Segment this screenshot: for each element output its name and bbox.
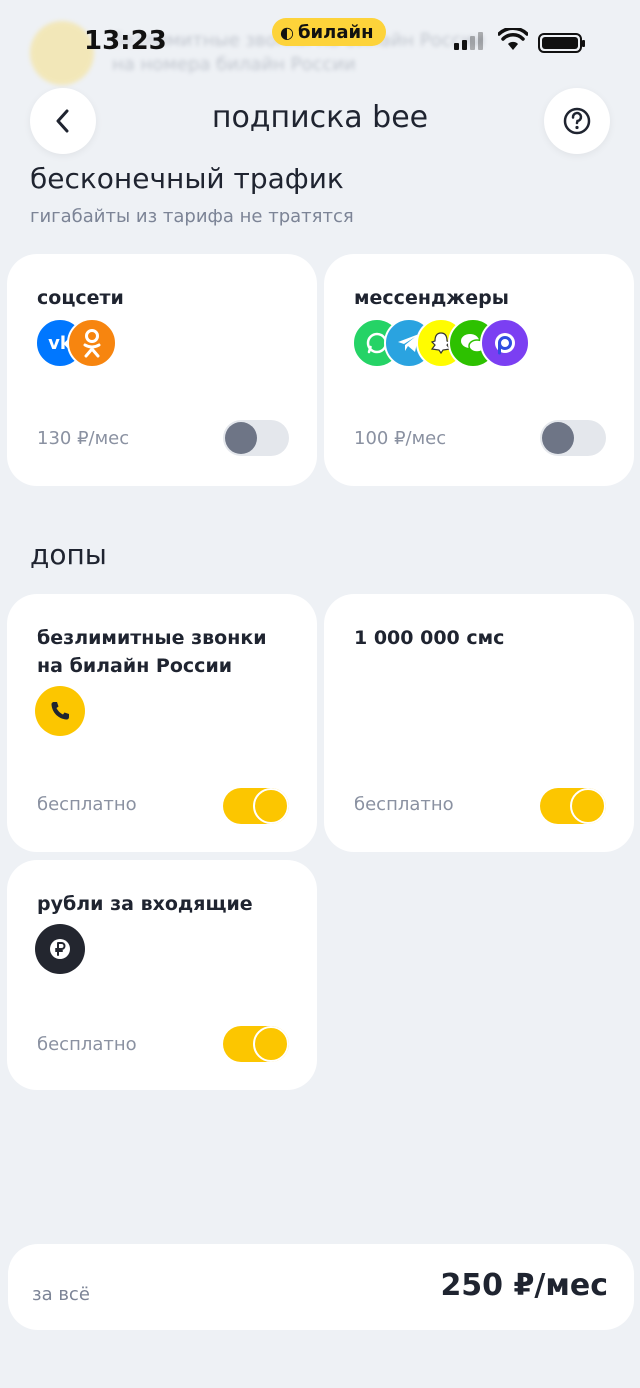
phone-icon xyxy=(35,686,85,736)
section-title-addons: допы xyxy=(30,538,107,571)
section-title-infinite-traffic: бесконечный трафик xyxy=(30,162,344,195)
chevron-left-icon xyxy=(56,109,69,133)
back-button[interactable] xyxy=(30,88,96,154)
total-bar: за всё 250 ₽/мес xyxy=(8,1244,634,1330)
toggle-knob xyxy=(570,788,606,824)
card-title: безлимитные звонки на билайн России xyxy=(37,627,267,677)
price-label: 130 ₽/мес xyxy=(37,428,130,449)
toggle-knob xyxy=(253,1026,289,1062)
social-toggle[interactable] xyxy=(223,420,289,456)
toggle-knob xyxy=(225,422,257,454)
signal-icon xyxy=(454,32,483,50)
carrier-badge: ◐ билайн xyxy=(272,18,386,46)
sms-toggle[interactable] xyxy=(540,788,606,824)
wifi-icon xyxy=(498,28,528,50)
app-icons xyxy=(352,318,530,368)
viber-icon xyxy=(480,318,530,368)
toggle-knob xyxy=(542,422,574,454)
social-networks-card[interactable]: соцсети vk 130 ₽/мес xyxy=(7,254,317,486)
app-icons: vk xyxy=(35,318,117,368)
help-button[interactable] xyxy=(544,88,610,154)
toggle-knob xyxy=(253,788,289,824)
page-title: подписка bee xyxy=(211,100,429,135)
messengers-card[interactable]: мессенджеры 100 ₽/мес xyxy=(324,254,634,486)
question-icon xyxy=(563,107,591,135)
ok-icon xyxy=(67,318,117,368)
price-label: 100 ₽/мес xyxy=(354,428,447,449)
status-time: 13:23 xyxy=(84,26,167,56)
unlimited-calls-card[interactable]: безлимитные звонки на билайн России бесп… xyxy=(7,594,317,852)
card-title: рубли за входящие xyxy=(37,893,253,915)
unlimited-calls-toggle[interactable] xyxy=(223,788,289,824)
ruble-icon xyxy=(35,924,85,974)
sms-card[interactable]: 1 000 000 смс бесплатно xyxy=(324,594,634,852)
beeline-logo-icon: ◐ xyxy=(280,22,294,42)
total-amount: 250 ₽/мес xyxy=(440,1268,608,1303)
card-title: мессенджеры xyxy=(354,287,509,309)
messengers-toggle[interactable] xyxy=(540,420,606,456)
rubles-for-incoming-card[interactable]: рубли за входящие бесплатно xyxy=(7,860,317,1090)
status-bar: 13:23 ◐ билайн xyxy=(0,0,640,88)
card-title: 1 000 000 смс xyxy=(354,627,505,649)
card-title: соцсети xyxy=(37,287,124,309)
total-label: за всё xyxy=(32,1284,90,1305)
carrier-name: билайн xyxy=(297,21,374,43)
rubles-toggle[interactable] xyxy=(223,1026,289,1062)
price-label: бесплатно xyxy=(354,794,454,815)
section-subtitle: гигабайты из тарифа не тратятся xyxy=(30,206,354,227)
price-label: бесплатно xyxy=(37,794,137,815)
battery-icon xyxy=(538,33,585,53)
price-label: бесплатно xyxy=(37,1034,137,1055)
